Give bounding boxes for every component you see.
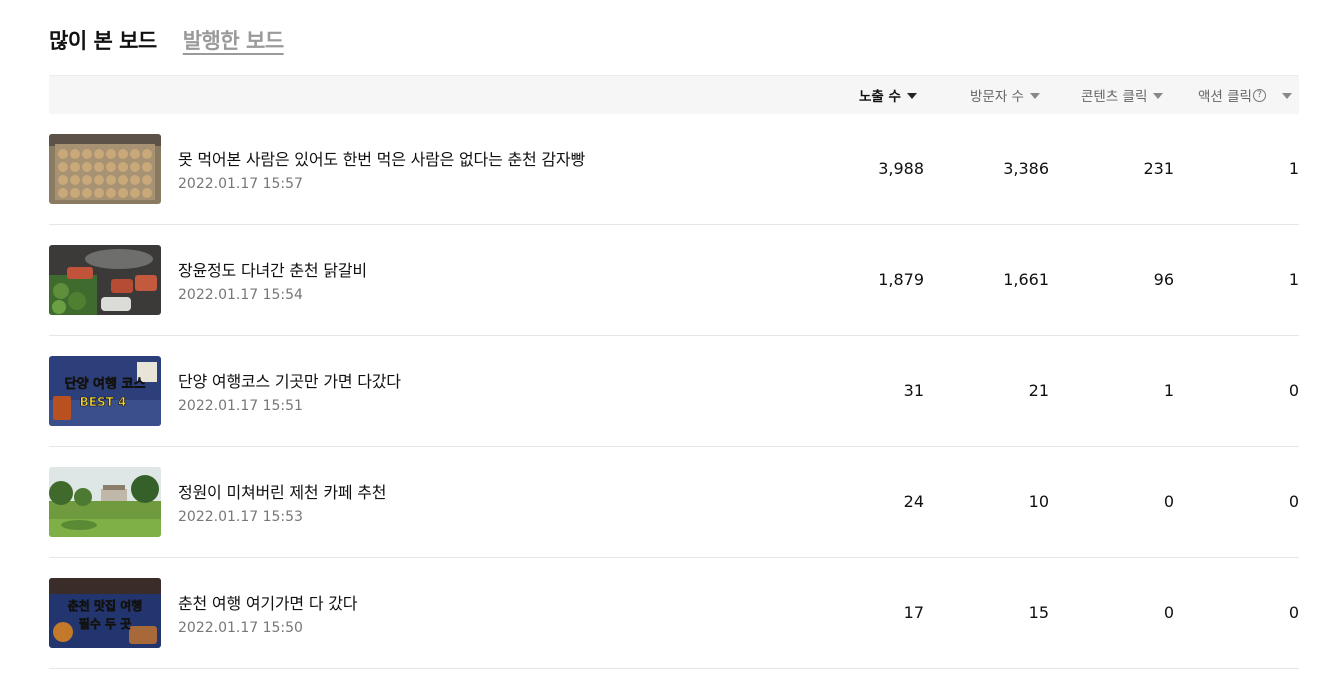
sort-content-clicks-header[interactable]: 콘텐츠 클릭 (1081, 76, 1164, 114)
visitors-value: 15 (1028, 603, 1049, 622)
board-tabs: 많이 본 보드 발행한 보드 (49, 20, 284, 60)
impressions-value: 17 (903, 603, 924, 622)
board-list: 못 먹어본 사람은 있어도 한번 먹은 사람은 없다는 춘천 감자빵 2022.… (49, 114, 1299, 669)
post-title[interactable]: 정원이 미쳐버린 제천 카페 추천 (178, 479, 387, 503)
action-clicks-header-label: 액션 클릭 (1198, 89, 1252, 105)
visitors-value: 3,386 (1003, 159, 1049, 178)
post-title[interactable]: 단양 여행코스 기곳만 가면 다갔다 (178, 368, 401, 392)
post-date: 2022.01.17 15:53 (178, 509, 303, 525)
thumbnail-image[interactable] (49, 245, 161, 315)
post-title[interactable]: 장윤정도 다녀간 춘천 닭갈비 (178, 257, 367, 281)
thumbnail-image[interactable] (49, 467, 161, 537)
post-date: 2022.01.17 15:57 (178, 176, 303, 192)
post-title[interactable]: 춘천 여행 여기가면 다 갔다 (178, 590, 357, 614)
caret-down-icon (1029, 92, 1040, 99)
visitors-value: 1,661 (1003, 270, 1049, 289)
action-clicks-value: 0 (1288, 492, 1299, 511)
impressions-value: 1,879 (878, 270, 924, 289)
thumbnail-image[interactable]: 춘천 맛집 여행 필수 두 곳 (49, 578, 161, 648)
tab-most-viewed[interactable]: 많이 본 보드 (49, 25, 157, 55)
content-clicks-value: 0 (1163, 492, 1174, 511)
table-row[interactable]: 장윤정도 다녀간 춘천 닭갈비 2022.01.17 15:54 1,879 1… (49, 225, 1299, 336)
thumbnail-caption-2: 필수 두 곳 (79, 616, 132, 631)
thumbnail-caption: 단양 여행 코스 (65, 376, 146, 392)
action-clicks-value: 0 (1288, 603, 1299, 622)
action-clicks-value: 0 (1288, 381, 1299, 400)
thumbnail-image[interactable] (49, 134, 161, 204)
visitors-header-label: 방문자 수 (970, 89, 1024, 105)
content-clicks-value: 0 (1163, 603, 1174, 622)
table-row[interactable]: 단양 여행 코스 BEST 4 단양 여행코스 기곳만 가면 다갔다 2022.… (49, 336, 1299, 447)
sort-action-clicks-header[interactable]: 액션 클릭 ? (1198, 76, 1292, 114)
action-clicks-value: 1 (1288, 270, 1299, 289)
caret-down-icon (906, 92, 917, 99)
impressions-value: 31 (903, 381, 924, 400)
post-date: 2022.01.17 15:51 (178, 398, 303, 414)
table-row[interactable]: 춘천 맛집 여행 필수 두 곳 춘천 여행 여기가면 다 갔다 2022.01.… (49, 558, 1299, 669)
thumbnail-caption-2: BEST 4 (80, 395, 127, 409)
impressions-header-label: 노출 수 (859, 89, 901, 105)
thumbnail-caption: 춘천 맛집 여행 (68, 598, 143, 613)
content-clicks-header-label: 콘텐츠 클릭 (1081, 89, 1148, 105)
action-clicks-value: 1 (1288, 159, 1299, 178)
board-stats-page: 많이 본 보드 발행한 보드 노출 수 방문자 수 콘텐츠 클릭 액션 클릭 ? (0, 0, 1331, 687)
content-clicks-value: 1 (1163, 381, 1174, 400)
tab-published[interactable]: 발행한 보드 (183, 25, 284, 55)
post-date: 2022.01.17 15:54 (178, 287, 303, 303)
table-row[interactable]: 못 먹어본 사람은 있어도 한번 먹은 사람은 없다는 춘천 감자빵 2022.… (49, 114, 1299, 225)
sort-impressions-header[interactable]: 노출 수 (859, 76, 917, 114)
caret-down-icon (1281, 92, 1292, 99)
table-header: 노출 수 방문자 수 콘텐츠 클릭 액션 클릭 ? (49, 75, 1299, 114)
impressions-value: 3,988 (878, 159, 924, 178)
caret-down-icon (1153, 92, 1164, 99)
visitors-value: 21 (1028, 381, 1049, 400)
thumbnail-image[interactable]: 단양 여행 코스 BEST 4 (49, 356, 161, 426)
impressions-value: 24 (903, 492, 924, 511)
post-date: 2022.01.17 15:50 (178, 620, 303, 636)
table-row[interactable]: 정원이 미쳐버린 제천 카페 추천 2022.01.17 15:53 24 10… (49, 447, 1299, 558)
content-clicks-value: 96 (1153, 270, 1174, 289)
sort-visitors-header[interactable]: 방문자 수 (970, 76, 1040, 114)
post-title[interactable]: 못 먹어본 사람은 있어도 한번 먹은 사람은 없다는 춘천 감자빵 (178, 146, 585, 170)
visitors-value: 10 (1028, 492, 1049, 511)
help-icon[interactable]: ? (1252, 88, 1266, 102)
content-clicks-value: 231 (1143, 159, 1174, 178)
